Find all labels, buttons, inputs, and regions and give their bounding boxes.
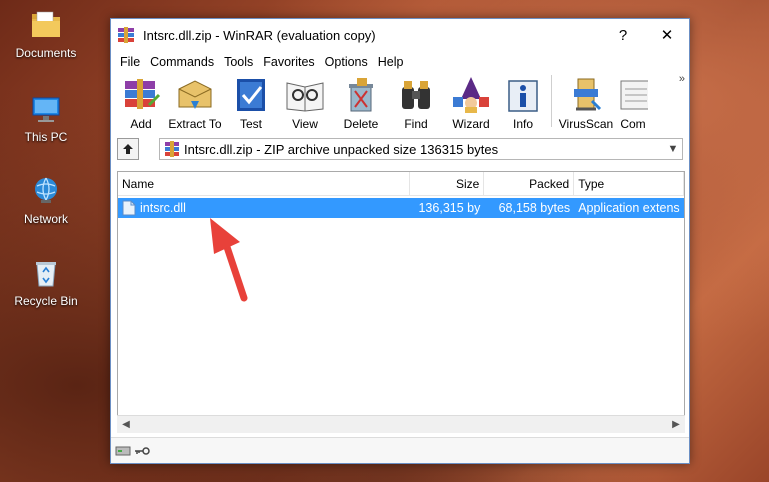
menu-help[interactable]: Help	[373, 55, 409, 69]
file-size-cell: 136,315 by	[418, 201, 481, 215]
title-bar[interactable]: Intsrc.dll.zip - WinRAR (evaluation copy…	[111, 19, 689, 51]
wizard-label: Wizard	[452, 117, 490, 131]
wizard-button[interactable]: Wizard	[445, 75, 497, 131]
desktop-icon-network[interactable]: Network	[8, 174, 84, 226]
test-button[interactable]: Test	[227, 75, 275, 131]
view-icon	[286, 82, 324, 112]
column-header-type[interactable]: Type	[574, 172, 684, 195]
chevron-down-icon[interactable]: ▼	[664, 143, 682, 155]
up-folder-button[interactable]	[117, 138, 139, 160]
find-label: Find	[404, 117, 428, 131]
toolbar: Add Extract To Test View Delete Find Wiz…	[111, 73, 689, 133]
close-button[interactable]: ✕	[645, 19, 689, 51]
info-button[interactable]: Info	[501, 75, 545, 131]
folder-icon	[32, 11, 60, 37]
desktop-icon-recycle-bin[interactable]: Recycle Bin	[8, 256, 84, 308]
dll-file-icon	[122, 200, 136, 216]
network-icon	[35, 177, 57, 203]
menu-favorites[interactable]: Favorites	[258, 55, 319, 69]
desktop-icon-label: This PC	[24, 130, 68, 144]
comment-icon	[620, 80, 648, 110]
menu-bar: File Commands Tools Favorites Options He…	[111, 51, 689, 73]
extract-to-label: Extract To	[168, 117, 222, 131]
menu-tools[interactable]: Tools	[219, 55, 258, 69]
wizard-icon	[453, 77, 489, 113]
file-list-header: Name Size Packed Type	[118, 172, 684, 196]
toolbar-more-chevron-icon[interactable]: »	[679, 73, 685, 85]
desktop-icon-documents[interactable]: Documents	[8, 8, 84, 60]
virusscan-button[interactable]: VirusScan	[558, 75, 614, 131]
test-label: Test	[239, 117, 262, 131]
annotation-arrow-icon	[210, 218, 248, 302]
address-combo[interactable]: Intsrc.dll.zip - ZIP archive unpacked si…	[159, 138, 683, 160]
add-label: Add	[130, 117, 152, 131]
view-button[interactable]: View	[279, 75, 331, 131]
comment-button[interactable]: Com	[618, 75, 648, 131]
desktop-icon-this-pc[interactable]: This PC	[8, 92, 84, 144]
delete-button[interactable]: Delete	[335, 75, 387, 131]
find-button[interactable]: Find	[391, 75, 441, 131]
status-bar	[111, 437, 689, 463]
menu-file[interactable]: File	[115, 55, 145, 69]
window-title: Intsrc.dll.zip - WinRAR (evaluation copy…	[143, 27, 376, 43]
desktop-icon-label: Documents	[15, 46, 77, 60]
recycle-bin-icon	[36, 262, 56, 287]
info-label: Info	[512, 117, 533, 131]
delete-label: Delete	[343, 117, 379, 131]
desktop-icon-label: Recycle Bin	[14, 294, 78, 308]
virusscan-label: VirusScan	[558, 117, 614, 131]
desktop-icon-label: Network	[23, 212, 68, 226]
menu-commands[interactable]: Commands	[145, 55, 219, 69]
table-row[interactable]: intsrc.dll 136,315 by 68,158 bytes Appli…	[118, 198, 684, 218]
file-name-cell: intsrc.dll	[118, 200, 410, 216]
help-button[interactable]: ?	[601, 19, 645, 51]
column-header-size[interactable]: Size	[410, 172, 485, 195]
comment-label: Com	[620, 117, 646, 131]
file-list: Name Size Packed Type intsrc.dll 136,315…	[117, 171, 685, 433]
address-text: Intsrc.dll.zip - ZIP archive unpacked si…	[184, 141, 499, 157]
info-icon	[508, 80, 538, 112]
horizontal-scrollbar[interactable]: ◀ ▶	[117, 415, 685, 433]
drive-icon[interactable]	[115, 445, 131, 457]
add-icon	[125, 79, 161, 109]
extract-icon	[178, 80, 212, 109]
test-icon	[237, 79, 265, 111]
scroll-track[interactable]	[135, 416, 667, 433]
file-name: intsrc.dll	[140, 201, 186, 215]
column-header-name[interactable]: Name	[118, 172, 411, 195]
up-arrow-icon	[123, 144, 133, 154]
view-label: View	[292, 117, 318, 131]
winrar-app-icon	[118, 27, 134, 43]
delete-icon	[349, 78, 373, 112]
computer-icon	[32, 97, 60, 122]
add-button[interactable]: Add	[119, 75, 163, 131]
column-header-packed[interactable]: Packed	[484, 172, 575, 195]
extract-to-button[interactable]: Extract To	[167, 75, 223, 131]
zip-archive-icon	[165, 141, 179, 157]
scroll-left-icon[interactable]: ◀	[117, 419, 135, 430]
menu-options[interactable]: Options	[320, 55, 373, 69]
file-type-cell: Application extens	[578, 201, 680, 215]
toolbar-separator	[551, 75, 552, 127]
virusscan-icon	[574, 78, 602, 111]
winrar-window: Intsrc.dll.zip - WinRAR (evaluation copy…	[110, 18, 690, 464]
scroll-right-icon[interactable]: ▶	[667, 419, 685, 430]
file-packed-cell: 68,158 bytes	[498, 201, 571, 215]
key-icon[interactable]	[134, 445, 150, 457]
find-icon	[402, 81, 430, 109]
address-bar: Intsrc.dll.zip - ZIP archive unpacked si…	[111, 135, 689, 163]
